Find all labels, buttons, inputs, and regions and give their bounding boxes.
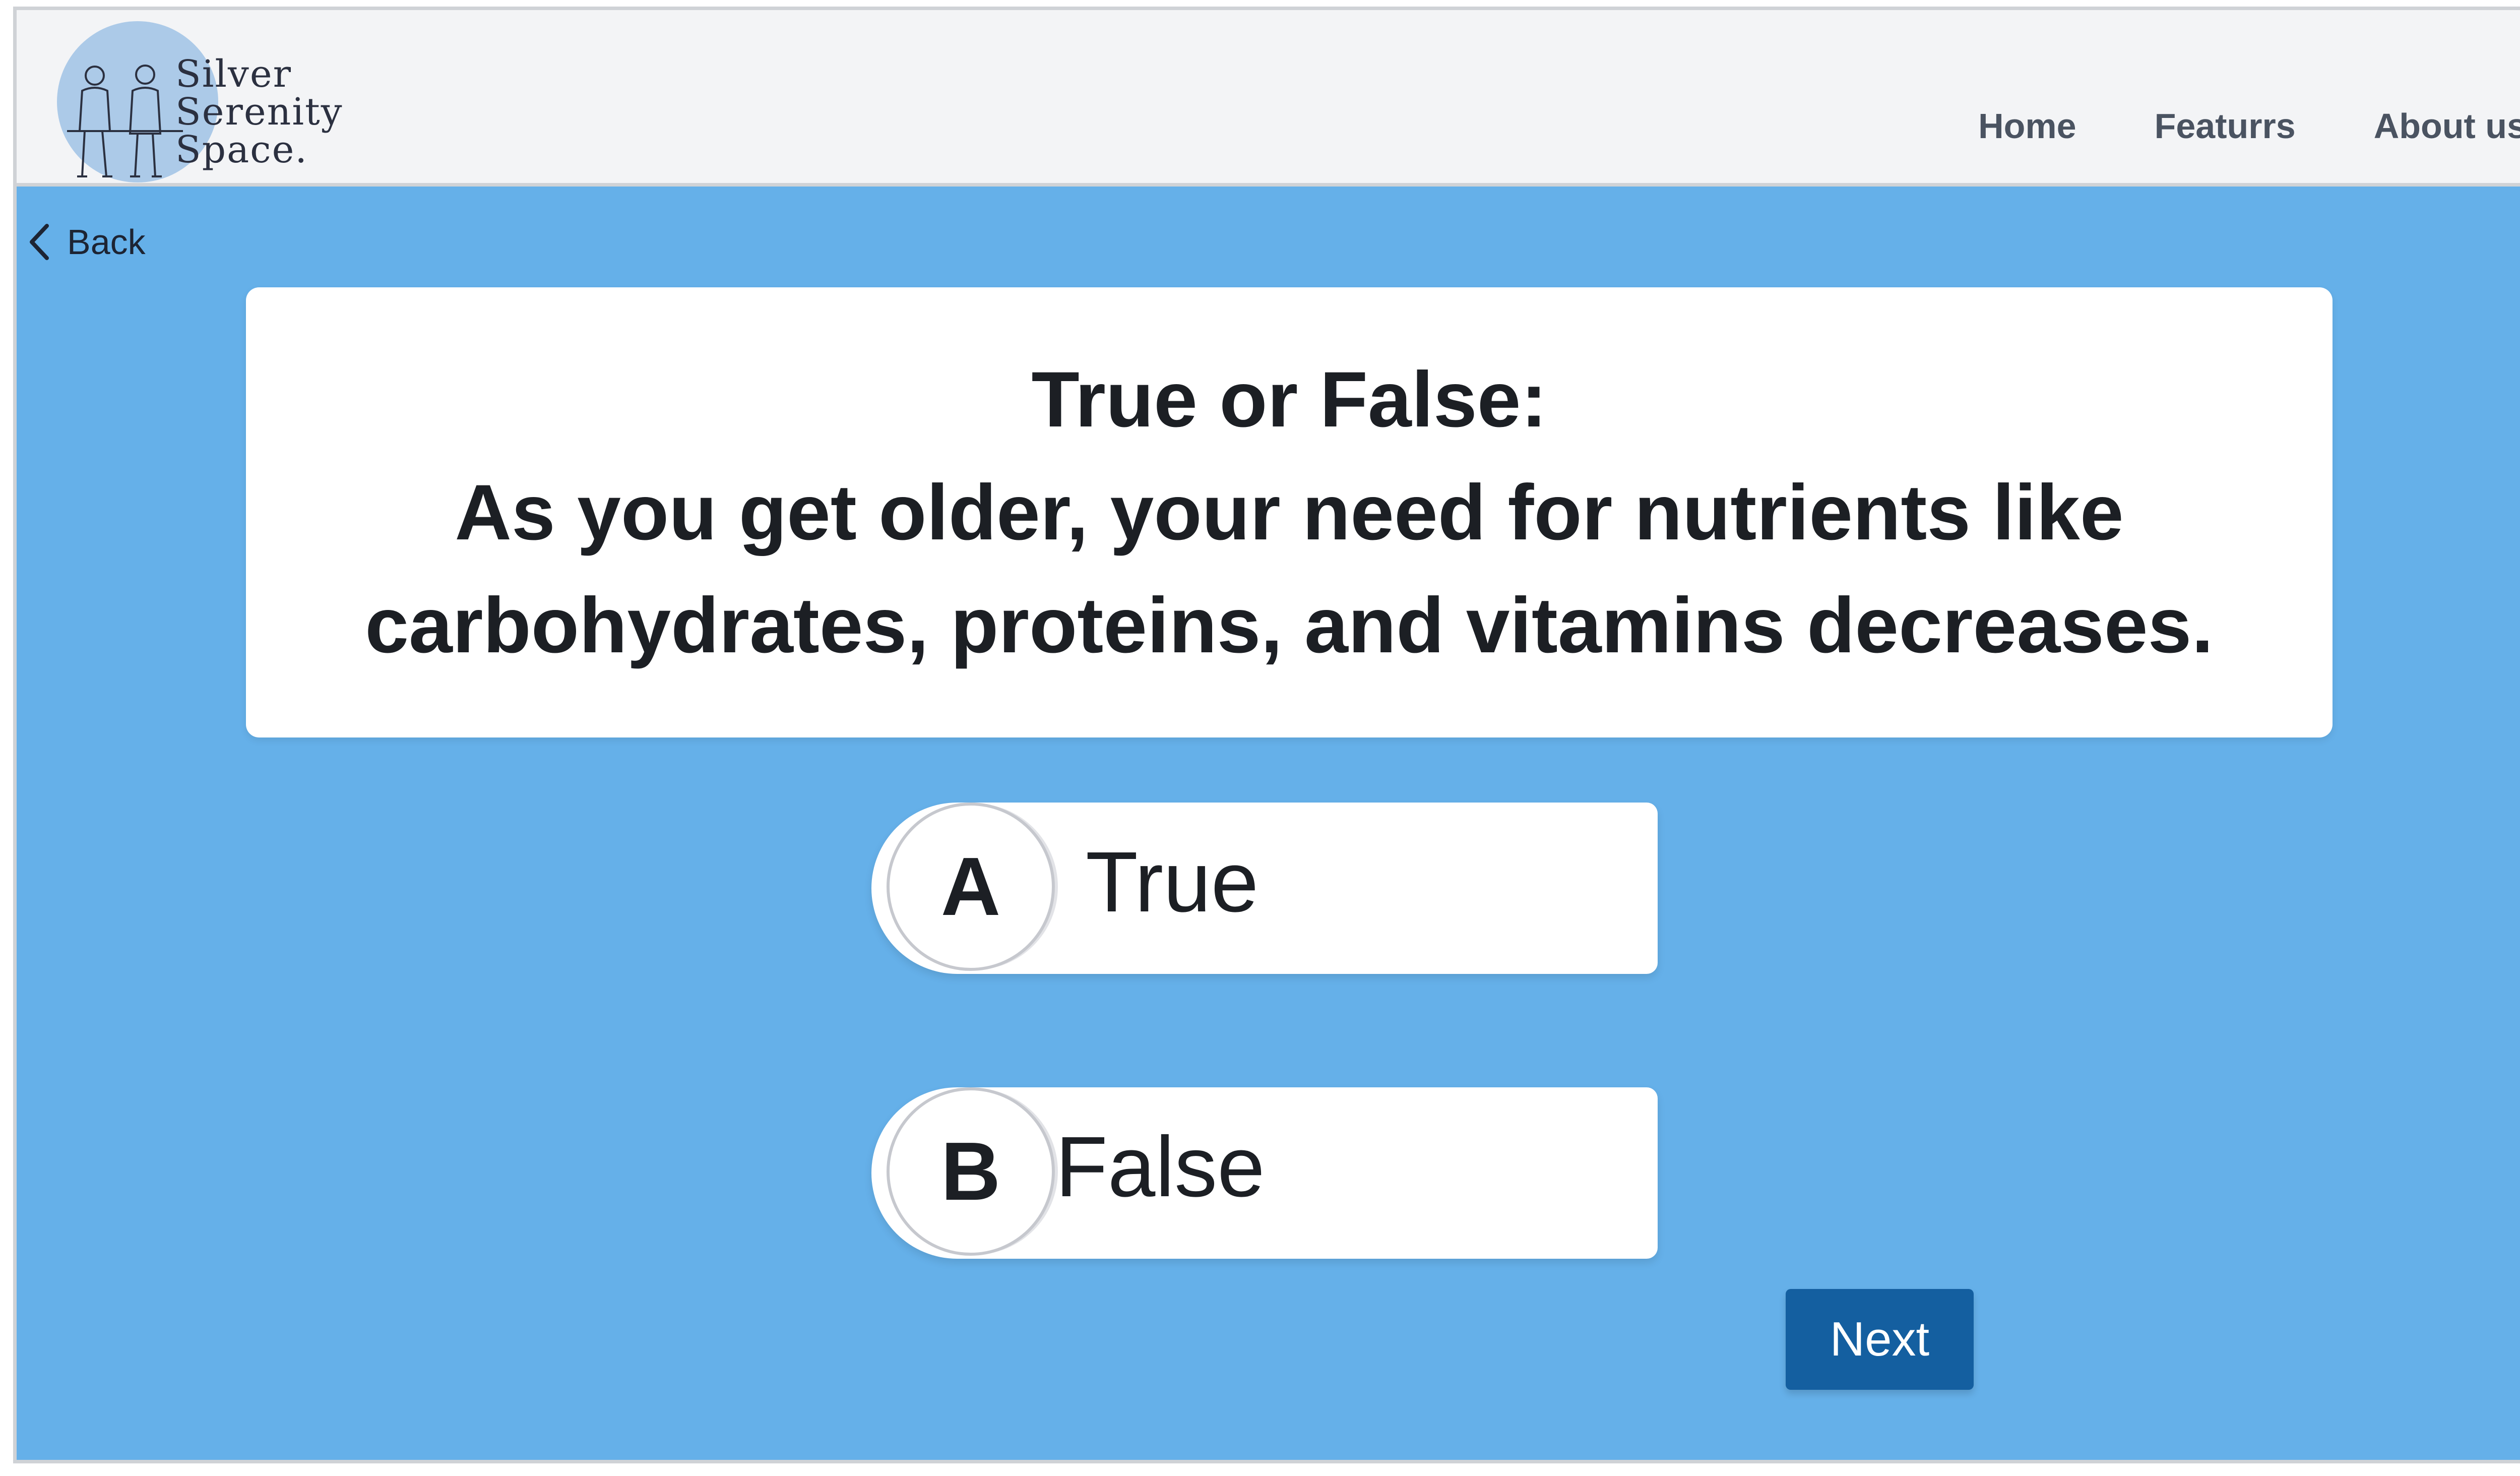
elderly-couple-icon (67, 65, 183, 177)
answer-option-b[interactable]: B False (871, 1087, 1658, 1259)
option-label: False (1055, 1119, 1265, 1215)
brand-line-1: Silver (175, 52, 292, 96)
option-label: True (1086, 834, 1259, 930)
option-letter: A (940, 840, 1001, 933)
option-letter-badge: B (887, 1087, 1055, 1256)
chevron-left-icon (30, 224, 49, 260)
question-title: True or False: (1031, 355, 1547, 444)
site-header: Silver Serenity Space. Home Featurrs Abo… (17, 10, 2520, 187)
brand-line-3: Space. (175, 128, 308, 171)
back-button[interactable]: Back (27, 222, 146, 262)
brand-line-2: Serenity (175, 90, 343, 134)
next-button[interactable]: Next (1786, 1289, 1974, 1390)
back-label: Back (67, 222, 146, 262)
brand-logo[interactable]: Silver Serenity Space. (47, 20, 349, 187)
nav-features-link[interactable]: Featurrs (2155, 106, 2296, 146)
main-nav: Home Featurrs About us (1978, 106, 2520, 146)
option-letter-badge: A (887, 803, 1055, 971)
answer-option-a[interactable]: A True (871, 803, 1658, 974)
option-letter: B (940, 1125, 1001, 1217)
brand-name: Silver Serenity Space. (175, 55, 343, 169)
quiz-area: Back True or False: As you get older, yo… (17, 187, 2520, 1460)
question-text: As you get older, your need for nutrient… (365, 468, 2214, 669)
app-window: Silver Serenity Space. Home Featurrs Abo… (13, 7, 2520, 1463)
question-card: True or False: As you get older, your ne… (246, 287, 2333, 737)
nav-about-link[interactable]: About us (2374, 106, 2520, 146)
nav-home-link[interactable]: Home (1978, 106, 2076, 146)
